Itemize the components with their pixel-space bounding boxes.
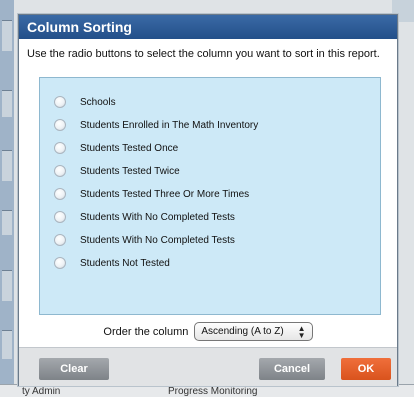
option-label: Students Not Tested	[80, 257, 170, 269]
radio-button[interactable]	[54, 257, 66, 269]
option-label: Students Enrolled in The Math Inventory	[80, 119, 259, 131]
column-options-list: Schools Students Enrolled in The Math In…	[39, 77, 381, 315]
radio-button[interactable]	[54, 142, 66, 154]
background-cell	[2, 270, 12, 301]
button-bar: Clear Cancel OK	[19, 347, 397, 386]
background-cell	[2, 90, 12, 117]
option-label: Students Tested Twice	[80, 165, 180, 177]
radio-button[interactable]	[54, 96, 66, 108]
option-not-tested[interactable]: Students Not Tested	[54, 254, 170, 272]
radio-button[interactable]	[54, 188, 66, 200]
ok-button[interactable]: OK	[341, 358, 391, 380]
background-page-strip	[0, 0, 14, 396]
option-no-completed-tests[interactable]: Students With No Completed Tests	[54, 208, 235, 226]
column-sorting-dialog: Column Sorting Use the radio buttons to …	[18, 14, 398, 386]
updown-arrows-icon: ▲ ▼	[297, 323, 306, 340]
option-students-enrolled[interactable]: Students Enrolled in The Math Inventory	[54, 116, 258, 134]
option-tested-three-or-more[interactable]: Students Tested Three Or More Times	[54, 185, 249, 203]
background-cell	[2, 330, 12, 359]
background-text: Progress Monitoring	[168, 386, 258, 397]
background-cell	[2, 150, 12, 181]
cancel-button[interactable]: Cancel	[259, 358, 325, 380]
radio-button[interactable]	[54, 165, 66, 177]
option-label: Students Tested Three Or More Times	[80, 188, 250, 200]
option-schools[interactable]: Schools	[54, 93, 116, 111]
dialog-title: Column Sorting	[19, 15, 397, 39]
option-label: Students With No Completed Tests	[80, 211, 235, 223]
background-text: ty Admin	[22, 386, 61, 397]
option-label: Students With No Completed Tests	[80, 234, 235, 246]
background-cell	[2, 20, 12, 51]
dialog-instructions: Use the radio buttons to select the colu…	[27, 48, 380, 60]
radio-button[interactable]	[54, 119, 66, 131]
radio-button[interactable]	[54, 211, 66, 223]
radio-button[interactable]	[54, 234, 66, 246]
order-row: Order the column Ascending (A to Z) ▲ ▼	[19, 322, 397, 341]
option-label: Students Tested Once	[80, 142, 179, 154]
option-label: Schools	[80, 96, 116, 108]
order-select[interactable]: Ascending (A to Z) ▲ ▼	[194, 322, 313, 341]
option-tested-once[interactable]: Students Tested Once	[54, 139, 178, 157]
order-select-value: Ascending (A to Z)	[201, 326, 284, 337]
background-cell	[2, 210, 12, 235]
option-no-completed-tests-2[interactable]: Students With No Completed Tests	[54, 231, 235, 249]
option-tested-twice[interactable]: Students Tested Twice	[54, 162, 180, 180]
order-label: Order the column	[103, 325, 189, 338]
clear-button[interactable]: Clear	[39, 358, 109, 380]
